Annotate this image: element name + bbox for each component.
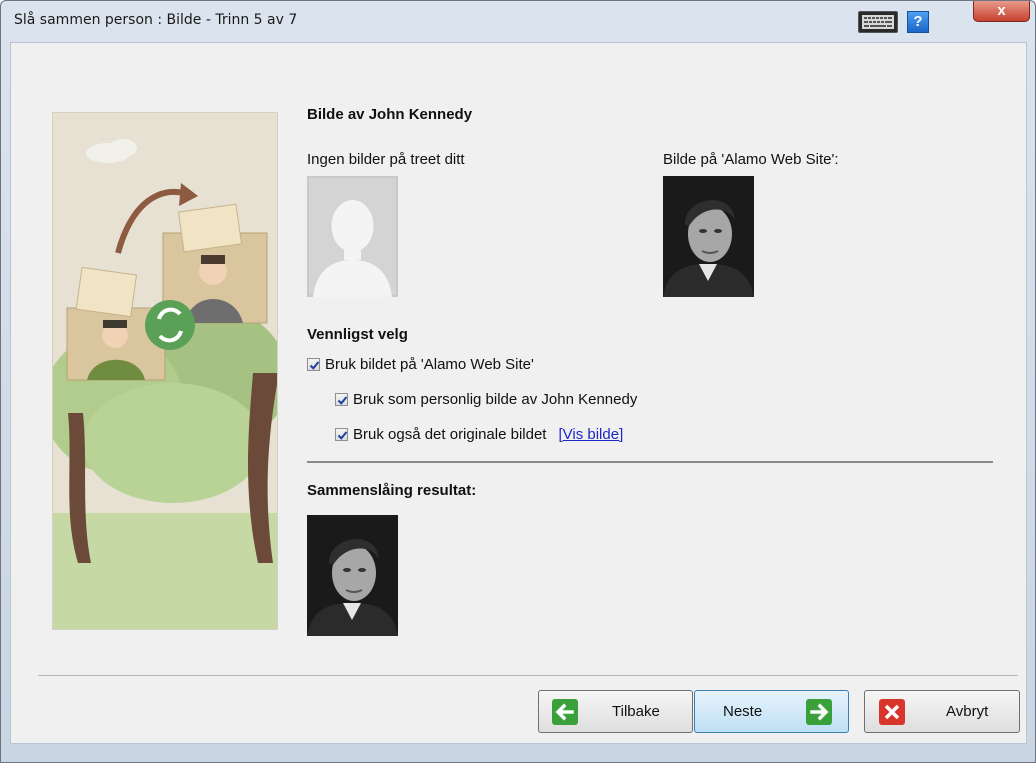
result-heading: Sammenslåing resultat: [307,482,477,499]
keyboard-icon[interactable] [858,11,898,33]
view-image-link[interactable]: [Vis bilde] [558,426,623,443]
use-image-label: Bruk bildet på 'Alamo Web Site' [325,356,534,373]
help-button[interactable]: ? [907,11,929,33]
back-label: Tilbake [612,703,660,720]
source-photo [663,176,754,297]
result-photo [307,515,398,636]
arrow-left-icon [552,699,578,725]
personal-image-label: Bruk som personlig bilde av John Kennedy [353,391,638,408]
cancel-button[interactable]: Avbryt [864,690,1020,733]
section-heading: Bilde av John Kennedy [307,106,473,123]
merge-illustration [52,112,278,630]
choose-heading: Vennligst velg [307,326,408,343]
original-image-option[interactable]: Bruk også det originale bildet [Vis bild… [335,426,623,443]
placeholder-avatar [307,176,398,297]
original-image-checkbox[interactable] [335,428,348,441]
back-button[interactable]: Tilbake [538,690,693,733]
next-button[interactable]: Neste [694,690,849,733]
cancel-label: Avbryt [946,703,989,720]
use-image-option[interactable]: Bruk bildet på 'Alamo Web Site' [307,356,534,373]
title-bar: Slå sammen person : Bilde - Trinn 5 av 7… [1,1,1035,41]
window-title: Slå sammen person : Bilde - Trinn 5 av 7 [14,12,298,28]
personal-image-checkbox[interactable] [335,393,348,406]
next-label: Neste [723,703,763,720]
original-image-label: Bruk også det originale bildet [353,426,547,443]
x-icon [879,699,905,725]
use-image-checkbox[interactable] [307,358,320,371]
section-divider [307,461,993,463]
right-caption: Bilde på 'Alamo Web Site': [663,151,839,168]
arrow-right-icon [806,699,832,725]
footer-divider [38,675,1018,676]
close-button[interactable]: x [973,1,1030,22]
dialog-window: Slå sammen person : Bilde - Trinn 5 av 7… [0,0,1036,763]
left-caption: Ingen bilder på treet ditt [307,151,465,168]
personal-image-option[interactable]: Bruk som personlig bilde av John Kennedy [335,391,637,408]
